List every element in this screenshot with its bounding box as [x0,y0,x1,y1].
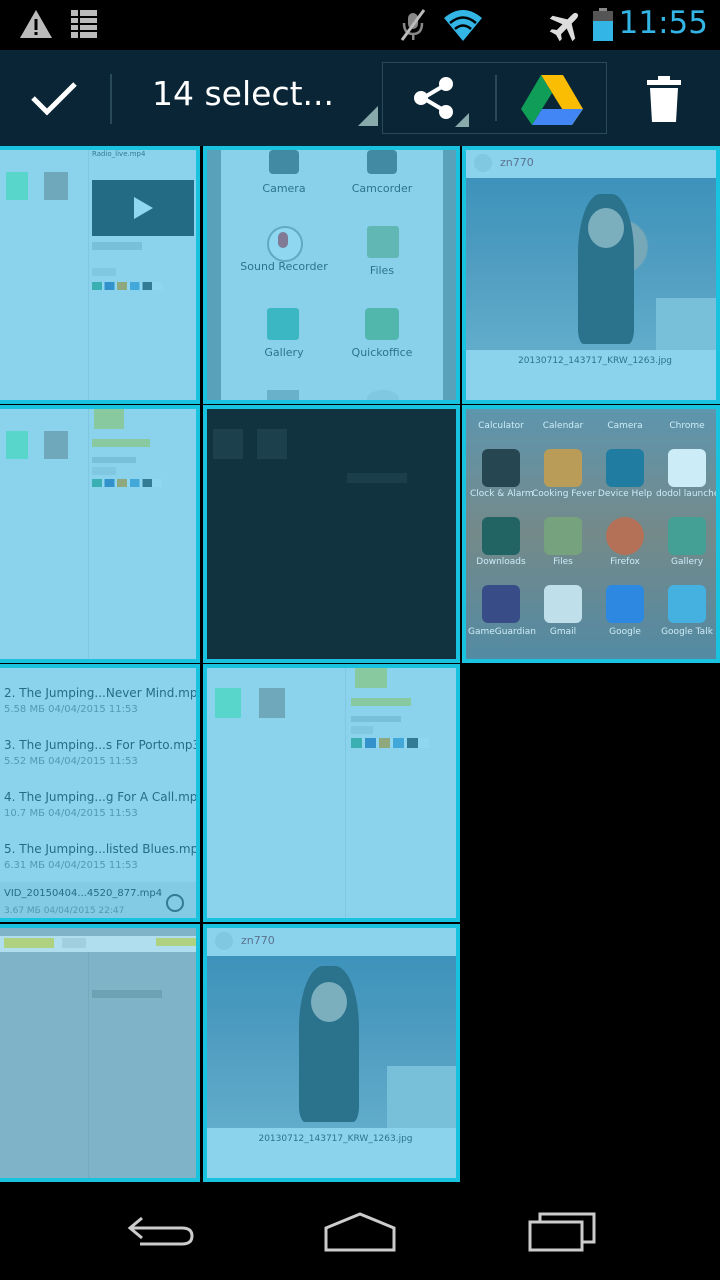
drive-icon [521,75,583,125]
app-label: Gmail [549,627,577,637]
battery-icon [593,8,613,41]
grid-item-8[interactable] [203,664,460,922]
share-button[interactable] [382,62,607,134]
photo-filename: 20130712_143717_KRW_1263.jpg [517,356,673,366]
photo-filename: 20130712_143717_KRW_1263.jpg [258,1134,413,1144]
grid-item-6[interactable]: Calculator Calendar Camera Chrome Clock … [462,405,720,663]
play-icon [134,197,153,219]
grid-item-4[interactable] [0,405,200,663]
app-label: Files [369,264,395,277]
post-photo [207,956,456,1128]
downloads-app-icon [482,517,520,555]
list-item: 2. The Jumping...Never Mind.mp3 5.58 МБ … [4,686,200,715]
status-bar: 11:55 [0,0,720,50]
grid-item-3[interactable]: zn770 20130712_143717_KRW_1263.jpg [462,146,720,404]
warning-icon [20,10,52,38]
airplane-icon [549,12,579,42]
navigation-bar [0,1186,720,1280]
app-label: Sound Recorder [240,260,328,273]
grid-item-2[interactable]: Camera Camcorder Sound Recorder Files Ga… [203,146,460,404]
app-label: Quickoffice [351,346,413,359]
selection-dropdown[interactable]: 14 select... [112,50,382,146]
app-label: GameGuardian [468,627,536,637]
google-app-icon [606,585,644,623]
recent-apps-icon[interactable] [526,1208,598,1256]
gameguardian-app-icon [482,585,520,623]
app-label: Gallery [264,346,304,359]
app-label: Device Help [597,489,653,499]
app-label: Camcorder [351,182,413,195]
grid-item-7[interactable]: 2. The Jumping...Never Mind.mp3 5.58 МБ … [0,664,200,922]
app-label: Camera [607,421,643,431]
check-icon [31,82,77,116]
google-talk-app-icon [668,585,706,623]
video-player [92,180,194,236]
post-username: zn770 [241,934,275,947]
pause-icon [166,894,184,912]
app-label: Calendar [542,421,584,431]
wifi-icon [444,10,482,41]
list-item: VID_20150404...4520_877.mp4 3.67 МБ 04/0… [0,882,196,918]
app-label: Camera [262,182,306,195]
app-label: Chrome [669,421,705,431]
clock-app-icon [482,449,520,487]
delete-button[interactable] [616,50,720,146]
action-bar: 14 select... [0,50,720,146]
app-label: Gallery [670,557,704,567]
avatar [474,154,492,172]
share-corner-icon [455,113,469,127]
gallery-app-icon [668,517,706,555]
dropdown-corner-icon [358,106,378,126]
app-label: Firefox [610,557,640,567]
app-label: Calculator [478,421,524,431]
list-item: 4. The Jumping...g For A Call.mp3 10.7 М… [4,790,200,819]
video-title: Radio_live.mp4 [92,150,146,158]
grid-item-9[interactable] [0,924,200,1182]
grid-item-1[interactable]: Radio_live.mp4 [0,146,200,404]
files-app-icon [544,517,582,555]
back-icon[interactable] [124,1208,196,1256]
firefox-app-icon [606,517,644,555]
trash-icon [647,76,681,122]
cooking-fever-app-icon [544,449,582,487]
app-label: Files [553,557,573,567]
post-username: zn770 [500,156,534,169]
home-icon[interactable] [322,1208,398,1256]
list-item: 3. The Jumping...s For Porto.mp3 5.52 МБ… [4,738,200,767]
app-label: Clock & Alarm [470,489,534,499]
grid-item-5[interactable] [203,405,460,663]
avatar [215,932,233,950]
device-help-app-icon [606,449,644,487]
storage-icon [71,10,97,38]
dodol-launcher-app-icon [668,449,706,487]
app-label: dodol launcher [656,489,720,499]
share-icon [414,77,453,119]
grid-item-10[interactable]: zn770 20130712_143717_KRW_1263.jpg [203,924,460,1182]
app-label: Google [609,627,641,637]
gallery-grid: Radio_live.mp4 Camera Camcorder Sound Re… [0,146,720,1186]
clock: 11:55 [618,5,708,41]
done-button[interactable] [0,50,110,146]
list-item: 5. The Jumping...listed Blues.mp3 6.31 М… [4,842,200,871]
app-label: Downloads [476,557,526,567]
gmail-app-icon [544,585,582,623]
post-photo [466,178,716,350]
mute-icon [400,9,426,41]
selection-count: 14 select... [152,74,334,113]
app-label: Google Talk [661,627,713,637]
app-label: Cooking Fever [532,489,597,499]
